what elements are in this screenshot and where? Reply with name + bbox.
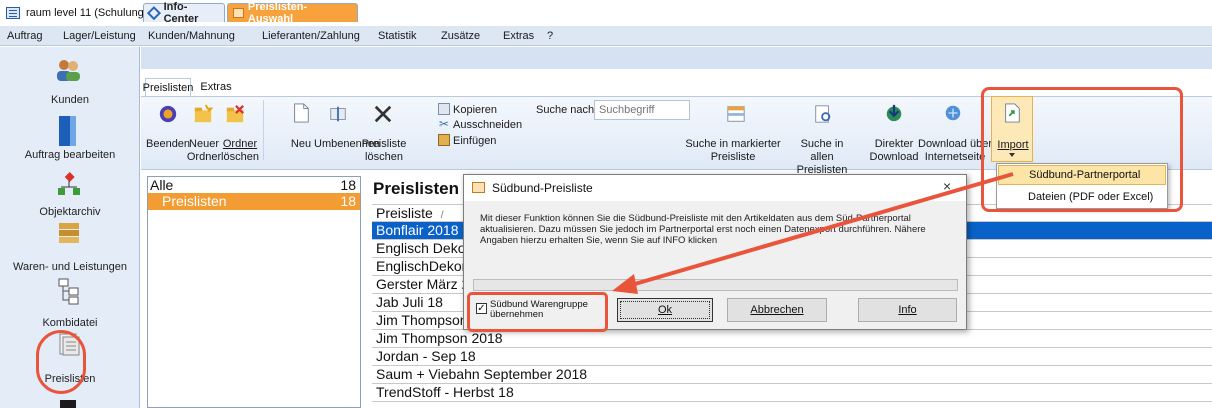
direkter-download-label-1: Direkter xyxy=(874,138,914,150)
umbenennen-button[interactable]: Umbenennen xyxy=(314,138,380,151)
menu-auftrag[interactable]: Auftrag xyxy=(7,30,42,42)
sidebar-item-waren-leistungen[interactable]: Waren- und Leistungen xyxy=(0,261,140,273)
abbrechen-button[interactable]: Abbrechen xyxy=(727,298,827,322)
info-button[interactable]: Info xyxy=(858,298,957,322)
goods-icon xyxy=(59,223,79,243)
beenden-button[interactable]: Beenden xyxy=(146,138,190,151)
ok-button[interactable]: Ok xyxy=(617,298,713,322)
table-row[interactable]: TrendStoff - Herbst 18 xyxy=(372,384,1212,402)
suche-markierter-preisliste-button[interactable]: Suche in markierter Preisliste xyxy=(678,138,788,164)
menu-kunden-mahnung[interactable]: Kunden/Mahnung xyxy=(148,30,235,42)
neuer-ordner-label-2: Ordner xyxy=(186,151,222,163)
delete-pricelist-icon xyxy=(374,105,392,123)
ribbon-tab-preislisten[interactable]: Preislisten xyxy=(143,78,193,96)
annotation-arrow-icon xyxy=(612,172,1014,294)
copy-icon xyxy=(438,103,450,115)
ordner-loeschen-label-2: löschen xyxy=(221,151,259,163)
search-input[interactable] xyxy=(594,100,690,120)
sidebar-next-icon xyxy=(60,400,76,408)
paste-icon xyxy=(438,134,450,146)
ordner-loeschen-label-1: Ordner xyxy=(222,138,258,150)
dialog-icon xyxy=(472,182,485,193)
menu-lager-leistung[interactable]: Lager/Leistung xyxy=(63,30,136,42)
internet-download-icon xyxy=(945,105,961,121)
pricelist-tab-icon xyxy=(233,8,244,18)
search-label: Suche nach: xyxy=(536,104,598,116)
folder-name: Preislisten xyxy=(162,193,227,209)
menu-bar: Auftrag Lager/Leistung Kunden/Mahnung Li… xyxy=(0,26,1212,46)
archive-icon xyxy=(58,172,80,195)
search-marked-icon xyxy=(727,106,745,122)
ordner-loeschen-button[interactable]: Ordner löschen xyxy=(220,138,260,164)
preisliste-loeschen-button[interactable]: Preisliste löschen xyxy=(361,138,407,164)
menu-lieferanten-zahlung[interactable]: Lieferanten/Zahlung xyxy=(262,30,360,42)
table-row[interactable]: Jordan - Sep 18 xyxy=(372,348,1212,366)
sidebar-item-kunden[interactable]: Kunden xyxy=(0,94,140,106)
menu-zusaetze[interactable]: Zusätze xyxy=(441,30,480,42)
document-tabbar xyxy=(141,47,1212,69)
kopieren-button[interactable]: Kopieren xyxy=(453,104,497,117)
search-all-icon xyxy=(815,105,831,123)
download-internet-label-2: Internetseite xyxy=(924,151,986,163)
tab-info-center-label: Info-Center xyxy=(163,1,199,25)
combifile-icon xyxy=(58,278,79,305)
table-row[interactable]: Saum + Viebahn September 2018 xyxy=(372,366,1212,384)
direkter-download-label-2: Download xyxy=(869,151,919,163)
customers-icon xyxy=(57,60,80,81)
app-icon xyxy=(6,7,20,19)
new-document-icon xyxy=(294,103,309,123)
folder-row-preislisten[interactable]: Preislisten 18 xyxy=(148,193,360,210)
highlight-preislisten xyxy=(36,330,86,394)
ribbon-separator xyxy=(263,100,264,160)
suche-markierter-label-2: Preisliste xyxy=(710,151,756,163)
menu-statistik[interactable]: Statistik xyxy=(378,30,417,42)
preisliste-loeschen-label-2: löschen xyxy=(365,151,403,163)
sidebar-item-kombidatei[interactable]: Kombidatei xyxy=(0,317,140,329)
neu-button[interactable]: Neu xyxy=(289,138,313,151)
neuer-ordner-button[interactable]: Neuer Ordner xyxy=(186,138,222,164)
preisliste-loeschen-label-1: Preisliste xyxy=(361,138,407,150)
suche-markierter-label-1: Suche in markierter xyxy=(685,138,781,150)
cut-icon: ✂ xyxy=(439,117,450,131)
tab-preislisten-auswahl-label: Preislisten-Auswahl xyxy=(247,1,308,25)
tab-preislisten-auswahl[interactable]: Preislisten-Auswahl xyxy=(227,1,358,25)
sort-icon: / xyxy=(440,210,444,221)
neuer-ordner-label-1: Neuer xyxy=(189,138,219,150)
menu-help[interactable]: ? xyxy=(547,30,553,42)
menu-extras[interactable]: Extras xyxy=(503,30,534,42)
content-title: Preislisten xyxy=(373,179,459,198)
ribbon-tab-extras[interactable]: Extras xyxy=(196,78,236,96)
folder-list xyxy=(147,176,361,408)
highlight-checkbox xyxy=(467,292,608,332)
einfuegen-button[interactable]: Einfügen xyxy=(453,135,496,148)
direkter-download-button[interactable]: Direkter Download xyxy=(864,138,924,164)
suche-allen-label-1: Suche in allen xyxy=(800,138,844,163)
dialog-title: Südbund-Preisliste xyxy=(492,181,593,195)
rename-icon xyxy=(330,106,346,122)
column-header-label: Preisliste xyxy=(376,205,433,221)
sidebar-item-auftrag-bearbeiten[interactable]: Auftrag bearbeiten xyxy=(0,149,140,161)
folder-count: 18 xyxy=(340,193,356,209)
sidebar-item-objektarchiv[interactable]: Objektarchiv xyxy=(0,206,140,218)
exit-icon xyxy=(159,105,177,123)
folder-row-alle[interactable]: Alle 18 xyxy=(148,177,360,193)
order-icon xyxy=(59,116,76,146)
tab-info-center[interactable]: Info-Center xyxy=(143,1,225,25)
table-row[interactable]: Jim Thompson 2018 xyxy=(372,330,1212,348)
ausschneiden-button[interactable]: Ausschneiden xyxy=(453,119,522,132)
new-folder-icon xyxy=(194,104,214,123)
info-center-icon xyxy=(146,6,161,20)
direct-download-icon xyxy=(886,104,902,122)
delete-folder-icon xyxy=(226,105,244,123)
folder-name: Alle xyxy=(150,177,174,193)
folder-count: 18 xyxy=(340,177,356,193)
